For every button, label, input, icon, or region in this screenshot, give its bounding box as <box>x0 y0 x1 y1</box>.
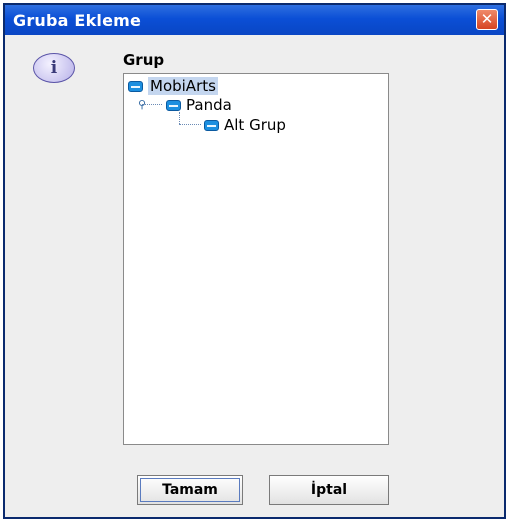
tree-item-panda[interactable]: Panda <box>166 96 232 114</box>
title-bar[interactable]: Gruba Ekleme ✕ <box>5 5 504 35</box>
tree-item-label: MobiArts <box>148 77 218 95</box>
folder-icon <box>128 80 143 92</box>
tree-item-label: Panda <box>186 96 232 114</box>
ok-button[interactable]: Tamam <box>137 475 243 505</box>
tree-connector <box>179 124 201 125</box>
folder-icon <box>166 99 181 111</box>
tree-item-label: Alt Grup <box>224 116 286 134</box>
close-icon: ✕ <box>480 10 494 28</box>
window-title: Gruba Ekleme <box>13 11 142 30</box>
tree-item-mobiarts[interactable]: MobiArts <box>128 77 218 95</box>
cancel-button[interactable]: İptal <box>269 475 389 505</box>
info-icon: i <box>33 53 75 83</box>
tree-item-alt-grup[interactable]: Alt Grup <box>204 116 286 134</box>
group-add-dialog: Gruba Ekleme ✕ i Grup ⚲ MobiArts Panda A… <box>3 3 506 519</box>
group-label: Grup <box>123 51 165 69</box>
expand-handle-icon[interactable]: ⚲ <box>137 98 147 111</box>
dialog-content: i Grup ⚲ MobiArts Panda Alt Grup Tamam İ… <box>5 35 504 517</box>
folder-icon <box>204 119 219 131</box>
close-button[interactable]: ✕ <box>476 9 498 30</box>
group-tree[interactable]: ⚲ MobiArts Panda Alt Grup <box>123 73 389 445</box>
